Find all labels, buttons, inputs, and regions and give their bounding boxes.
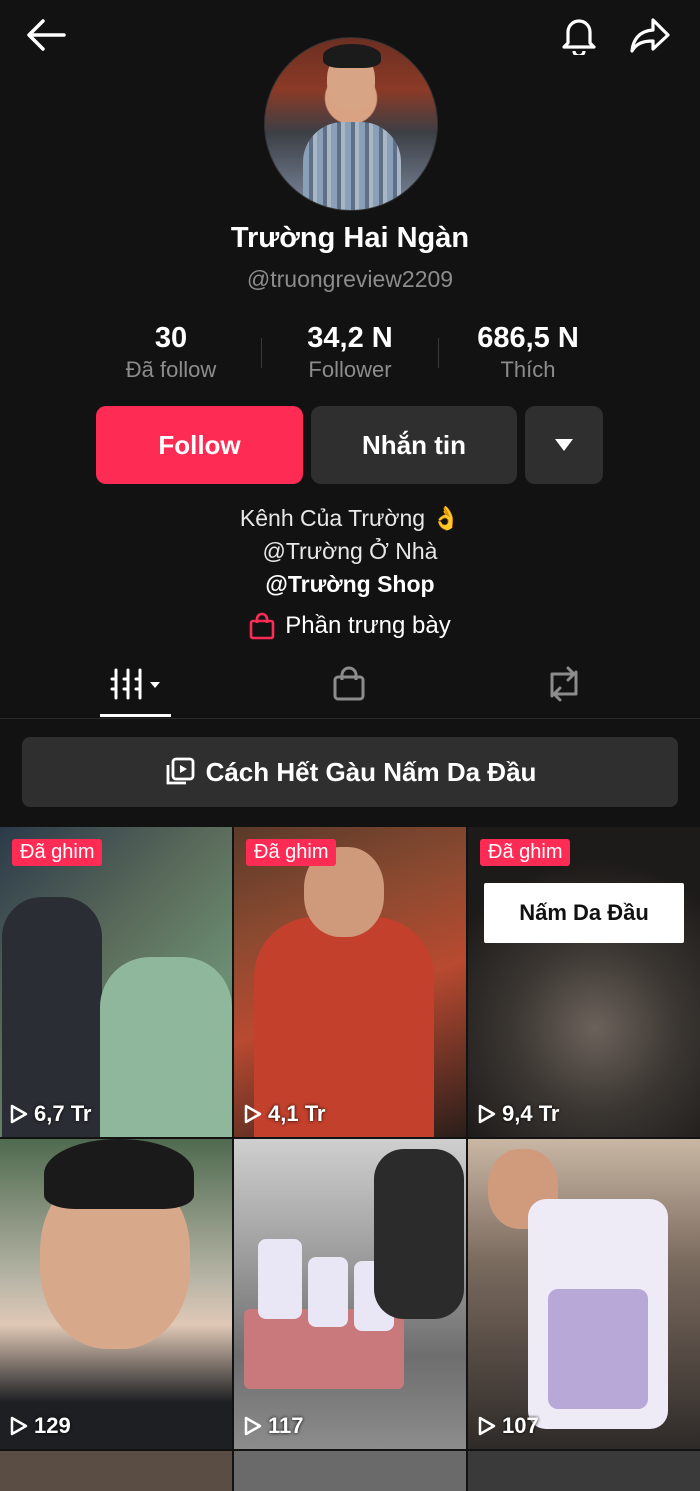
view-count-value: 107 — [502, 1413, 539, 1438]
view-count: 117 — [244, 1413, 304, 1439]
caret-down-icon — [555, 439, 573, 451]
view-count: 6,7 Tr — [10, 1101, 91, 1127]
grid-bars-icon — [110, 668, 160, 700]
view-count: 4,1 Tr — [244, 1101, 325, 1127]
stat-likes-value: 686,5 N — [477, 322, 579, 354]
active-tab-indicator — [100, 714, 171, 717]
video-thumbnail[interactable]: 117 — [234, 1139, 466, 1449]
profile-handle: @truongreview2209 — [246, 266, 454, 292]
pinned-badge: Đã ghim — [480, 839, 571, 866]
shopping-bag-icon — [249, 612, 275, 640]
play-icon — [244, 1104, 262, 1124]
video-thumbnail[interactable] — [234, 1451, 466, 1491]
playlist-label: Cách Hết Gàu Nấm Da Đầu — [205, 756, 537, 787]
video-thumbnail[interactable] — [468, 1451, 700, 1491]
pinned-badge: Đã ghim — [246, 839, 337, 866]
tab-shop[interactable] — [314, 650, 384, 718]
bio-line-2[interactable]: @Trường Ở Nhà — [0, 538, 700, 565]
view-count-value: 129 — [34, 1413, 71, 1438]
view-count-value: 117 — [268, 1413, 304, 1438]
play-icon — [478, 1416, 496, 1436]
notification-button[interactable] — [556, 12, 602, 58]
view-count-value: 6,7 Tr — [34, 1101, 92, 1126]
video-thumbnail[interactable]: Đã ghim 4,1 Tr — [234, 827, 466, 1137]
thumb-figure — [374, 1149, 464, 1319]
back-button[interactable] — [20, 12, 72, 58]
video-thumbnail[interactable]: 129 — [0, 1139, 232, 1449]
stat-followers-value: 34,2 N — [307, 322, 393, 354]
more-options-button[interactable] — [525, 406, 603, 484]
repost-icon — [550, 666, 578, 702]
stat-likes[interactable]: 686,5 N Thích — [438, 322, 618, 383]
video-thumbnail[interactable]: Đã ghim Nấm Da Đầu 9,4 Tr — [468, 827, 700, 1137]
thumb-product — [308, 1257, 348, 1327]
view-count: 129 — [10, 1413, 71, 1439]
stat-followers[interactable]: 34,2 N Follower — [260, 322, 440, 383]
bell-icon — [562, 19, 596, 55]
stat-following[interactable]: 30 Đã follow — [81, 322, 261, 383]
profile-tabs — [0, 650, 700, 719]
tab-videos[interactable] — [100, 650, 171, 718]
play-icon — [10, 1104, 28, 1124]
message-button[interactable]: Nhắn tin — [311, 406, 517, 484]
playlist-icon — [166, 757, 194, 785]
video-thumbnail[interactable]: Đã ghim 6,7 Tr — [0, 827, 232, 1137]
pinned-badge: Đã ghim — [12, 839, 103, 866]
view-count: 9,4 Tr — [478, 1101, 559, 1127]
stat-following-value: 30 — [154, 322, 188, 354]
thumbnail-caption: Nấm Da Đầu — [484, 883, 684, 943]
showcase-link[interactable]: Phần trưng bày — [0, 612, 700, 640]
showcase-label: Phần trưng bày — [285, 612, 451, 639]
thumb-product-label — [548, 1289, 648, 1409]
avatar-shirt — [303, 122, 401, 210]
arrow-left-icon — [27, 19, 66, 51]
share-button[interactable] — [624, 12, 676, 58]
thumb-hair — [44, 1139, 194, 1209]
view-count: 107 — [478, 1413, 539, 1439]
bio-line-3[interactable]: @Trường Shop — [0, 571, 700, 598]
video-thumbnail[interactable]: 107 — [468, 1139, 700, 1449]
thumb-figure — [100, 957, 232, 1137]
avatar-hair — [323, 44, 381, 68]
stat-followers-label: Follower — [308, 357, 392, 382]
video-thumbnail[interactable] — [0, 1451, 232, 1491]
bio-line-1: Kênh Của Trường 👌 — [239, 505, 461, 531]
share-arrow-icon — [630, 18, 670, 53]
play-icon — [10, 1416, 28, 1436]
play-icon — [478, 1104, 496, 1124]
stats-row: 30 Đã follow 34,2 N Follower 686,5 N Thí… — [0, 322, 700, 392]
stat-following-label: Đã follow — [125, 357, 217, 382]
view-count-value: 9,4 Tr — [502, 1101, 560, 1126]
thumb-product — [258, 1239, 302, 1319]
tab-reposts[interactable] — [528, 650, 600, 718]
stat-likes-label: Thích — [500, 357, 556, 382]
view-count-value: 4,1 Tr — [268, 1101, 326, 1126]
bag-outline-icon — [333, 666, 365, 701]
follow-button[interactable]: Follow — [96, 406, 303, 484]
avatar[interactable] — [264, 37, 438, 211]
profile-name: Trường Hai Ngàn — [230, 222, 470, 254]
play-icon — [244, 1416, 262, 1436]
playlist-button[interactable]: Cách Hết Gàu Nấm Da Đầu — [22, 737, 678, 807]
